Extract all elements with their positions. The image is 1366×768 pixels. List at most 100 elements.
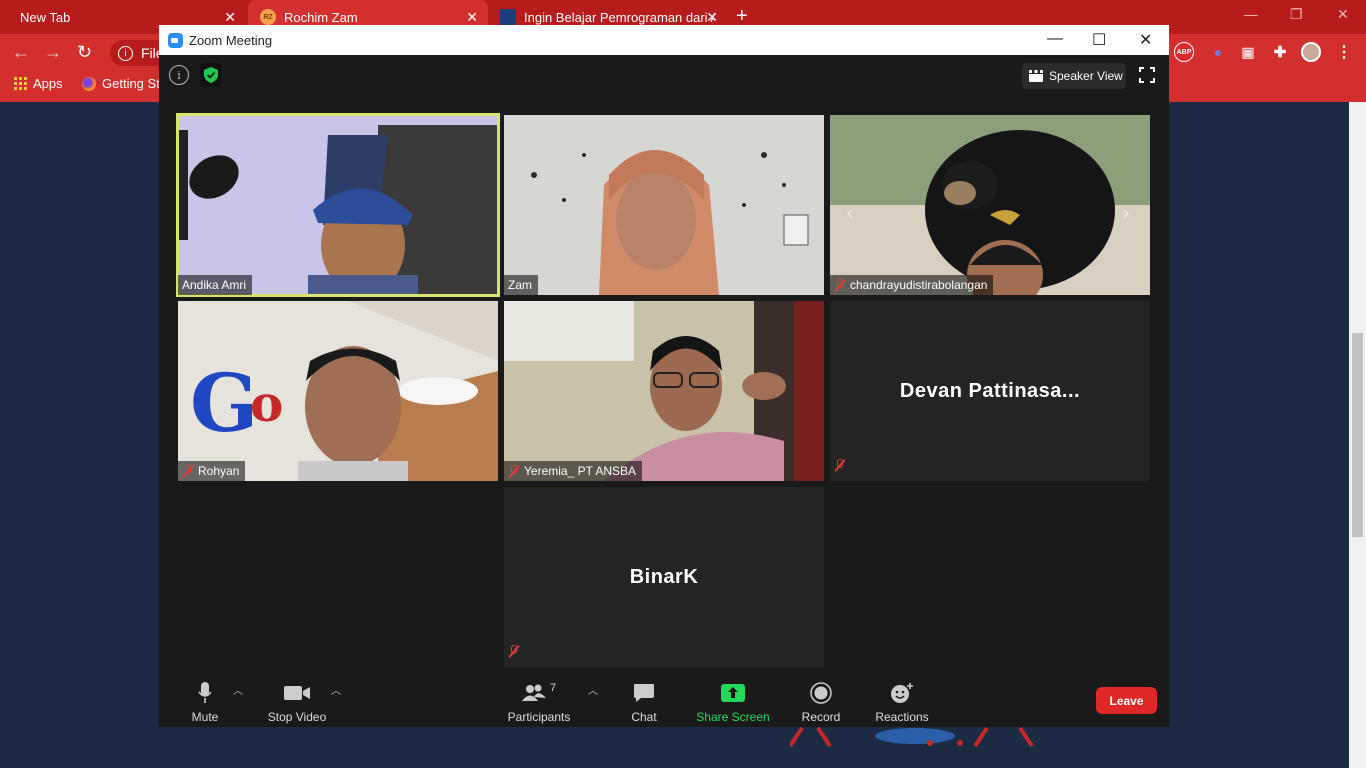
participant-video (178, 115, 498, 295)
participant-name: Zam (508, 278, 532, 292)
reload-icon[interactable]: ↻ (77, 42, 92, 63)
stop-video-button[interactable]: Stop Video (266, 680, 328, 724)
page-scrollbar-thumb[interactable] (1352, 333, 1363, 537)
muted-mic-icon (508, 645, 520, 663)
menu-kebab-icon[interactable]: ⋮ (1334, 42, 1354, 62)
microphone-extension-icon[interactable]: ● (1208, 42, 1228, 62)
reactions-smiley-icon (891, 683, 913, 703)
participant-display-name: Devan Pattinasa... (899, 379, 1081, 402)
zoom-minimize-icon[interactable]: — (1047, 30, 1063, 48)
video-camera-icon (284, 686, 310, 700)
tab-favicon-icon: RZ (260, 9, 276, 25)
muted-mic-icon (508, 464, 520, 478)
bookmark-apps-label: Apps (33, 76, 63, 91)
zoom-maximize-icon[interactable]: ☐ (1092, 30, 1106, 50)
adblock-icon[interactable]: ABP (1174, 42, 1194, 62)
tab-label: New Tab (20, 9, 71, 25)
tab-label: Ingin Belajar Pemrograman dari A (524, 9, 714, 25)
participants-icon (521, 684, 546, 701)
participants-label: Participants (507, 710, 571, 724)
mute-label: Mute (191, 710, 219, 724)
meeting-info-icon[interactable]: i (169, 65, 189, 85)
speaker-view-icon (1029, 70, 1043, 82)
participant-display-name: BinarK (629, 565, 699, 588)
profile-avatar[interactable] (1301, 42, 1321, 62)
svg-text:›: › (1122, 201, 1130, 225)
participant-video (504, 301, 824, 481)
record-icon (810, 682, 832, 704)
participant-name-tag: Andika Amri (178, 275, 253, 295)
participants-button[interactable]: 7 Participants (507, 680, 571, 724)
record-button[interactable]: Record (801, 680, 841, 724)
leave-meeting-button[interactable]: Leave (1096, 687, 1157, 714)
zoom-logo-icon (168, 32, 183, 48)
bookmark-getting-started[interactable]: Getting St (82, 76, 160, 91)
microphone-icon (198, 682, 212, 703)
video-options-caret-icon[interactable]: ︿ (331, 682, 341, 697)
participant-name-tag: Yeremia_ PT ANSBA (504, 461, 643, 481)
participant-name: Rohyan (198, 464, 240, 478)
video-tile-andika[interactable]: Andika Amri (176, 113, 500, 297)
participants-options-caret-icon[interactable]: ︿ (588, 682, 598, 697)
chat-label: Chat (631, 710, 657, 724)
stop-video-label: Stop Video (267, 710, 327, 724)
participant-name: Andika Amri (182, 278, 247, 292)
svg-text:G: G (190, 356, 258, 450)
close-tab-icon[interactable]: ✕ (466, 9, 478, 26)
share-screen-label: Share Screen (696, 710, 770, 724)
audio-options-caret-icon[interactable]: ︿ (233, 682, 243, 697)
video-tile-binark[interactable]: BinarK (504, 487, 824, 667)
participant-name-tag: Rohyan (178, 461, 246, 481)
share-screen-icon (721, 684, 745, 702)
participant-name: chandrayudistirabolangan (850, 278, 988, 292)
zoom-window-title: Zoom Meeting (189, 32, 273, 48)
zoom-close-icon[interactable]: ✕ (1139, 30, 1152, 50)
participant-name-tag: chandrayudistirabolangan (830, 275, 994, 295)
muted-mic-icon (834, 459, 846, 477)
extensions-puzzle-icon[interactable]: ✚ (1270, 42, 1290, 62)
record-label: Record (801, 710, 841, 724)
video-tile-rohyan[interactable]: G o Rohyan (178, 301, 498, 481)
chat-button[interactable]: Chat (629, 680, 659, 724)
back-icon[interactable]: ← (12, 42, 30, 63)
video-tile-yeremia[interactable]: Yeremia_ PT ANSBA (504, 301, 824, 481)
firefox-icon (82, 76, 96, 91)
close-tab-icon[interactable]: ✕ (706, 9, 718, 26)
participant-video (504, 115, 824, 295)
speaker-view-button[interactable]: Speaker View (1022, 63, 1126, 89)
close-tab-icon[interactable]: ✕ (224, 9, 236, 26)
fullscreen-icon[interactable] (1139, 67, 1155, 83)
reactions-label: Reactions (875, 710, 929, 724)
print-icon[interactable]: ▣ (1238, 42, 1258, 62)
background-logo-graphic (790, 726, 1034, 748)
svg-text:o: o (250, 374, 283, 433)
muted-mic-icon (182, 464, 194, 478)
close-window-icon[interactable]: ✕ (1337, 6, 1349, 23)
participant-name: Yeremia_ PT ANSBA (524, 464, 637, 478)
bookmark-getting-started-label: Getting St (102, 76, 160, 91)
muted-mic-icon (834, 278, 846, 292)
participant-video: G o (178, 301, 498, 481)
participants-count: 7 (549, 682, 557, 694)
participant-name-tag: Zam (504, 275, 538, 295)
info-icon: i (118, 45, 133, 61)
mute-button[interactable]: Mute (191, 680, 219, 724)
zoom-window: Zoom Meeting — ☐ ✕ i Speaker View Andika… (159, 25, 1169, 727)
video-tile-zam[interactable]: Zam (504, 115, 824, 295)
forward-icon[interactable]: → (44, 42, 62, 63)
share-screen-button[interactable]: Share Screen (696, 680, 770, 724)
tab-label: Rochim Zam (284, 9, 358, 25)
bookmark-apps[interactable]: Apps (14, 76, 63, 91)
site-favicon-icon (500, 9, 516, 25)
video-tile-chandra[interactable]: ‹ › chandrayudistirabolangan (830, 115, 1150, 295)
reactions-button[interactable]: Reactions (875, 680, 929, 724)
encryption-shield-icon[interactable] (200, 63, 222, 87)
restore-icon[interactable]: ❐ (1290, 6, 1303, 23)
zoom-title-bar: Zoom Meeting (159, 25, 1169, 55)
minimize-icon[interactable]: — (1244, 6, 1258, 22)
video-tile-devan[interactable]: Devan Pattinasa... (830, 301, 1150, 481)
chat-bubble-icon (634, 684, 654, 702)
participant-video: ‹ › (830, 115, 1150, 295)
svg-text:‹: ‹ (846, 201, 854, 225)
speaker-view-label: Speaker View (1049, 69, 1123, 83)
